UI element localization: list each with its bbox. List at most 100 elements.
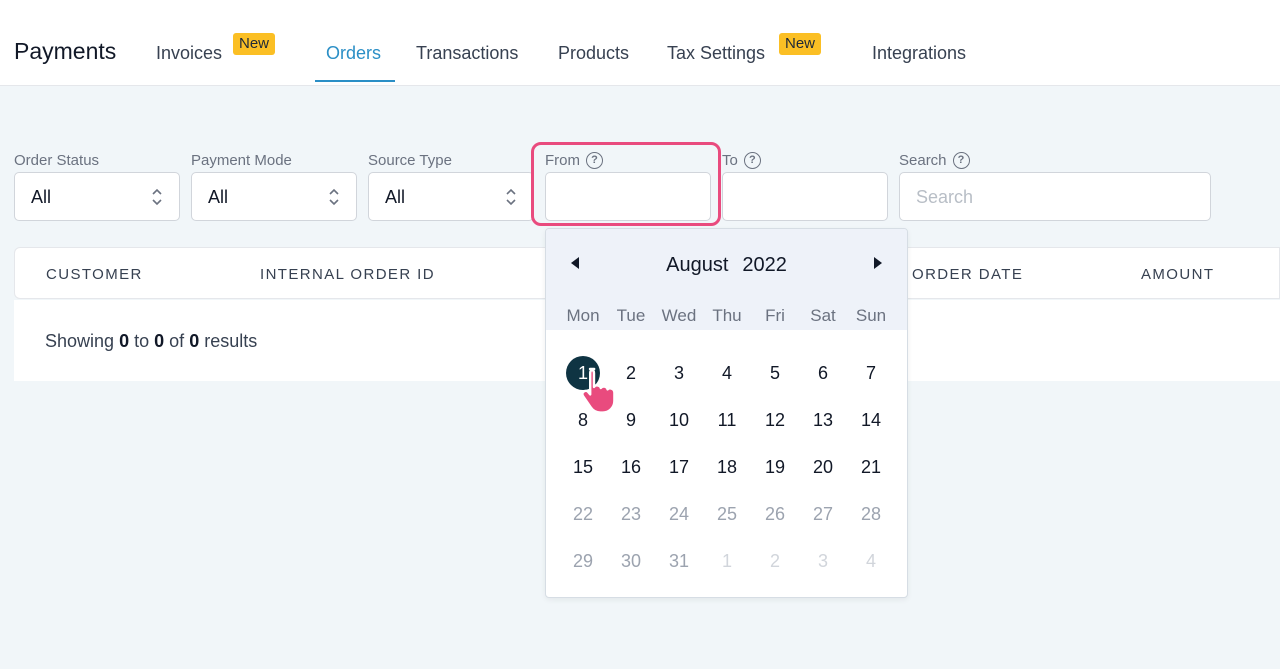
column-amount[interactable]: AMOUNT [1141,266,1214,283]
calendar-day-number: 1 [577,363,588,383]
calendar-day[interactable]: 3 [655,356,703,390]
weekday-label: Sun [855,306,887,325]
calendar-day-number: 31 [668,551,690,571]
calendar-day[interactable]: 4 [703,356,751,390]
calendar-day[interactable]: 27 [799,497,847,531]
source-type-value: All [385,187,406,207]
question-circle-icon[interactable]: ? [743,152,761,169]
calendar-day[interactable]: 11 [703,403,751,437]
calendar-day[interactable]: 10 [655,403,703,437]
calendar-day-number: 23 [620,504,642,524]
calendar-day-number: 22 [572,504,594,524]
calendar-month[interactable]: August [666,254,728,276]
chevron-updown-icon [152,188,162,206]
calendar-month-year: August 2022 [546,254,907,277]
chevron-updown-icon [329,188,339,206]
calendar-day-number: 13 [812,410,834,430]
calendar-day-number: 3 [817,551,828,571]
weekday-label: Sat [810,306,836,325]
weekday-label: Wed [661,306,697,325]
calendar-header: August 2022 Mon Tue Wed Thu Fri Sat Sun [546,229,907,330]
order-status-value: All [31,187,52,207]
calendar-day-number: 4 [721,363,732,383]
calendar-day[interactable]: 24 [655,497,703,531]
search-input[interactable]: Search [899,172,1211,221]
calendar-day[interactable]: 29 [559,544,607,578]
calendar-year[interactable]: 2022 [742,254,787,276]
calendar-day-number: 21 [860,457,882,477]
calendar-day-number: 24 [668,504,690,524]
weekday-label: Fri [765,306,785,325]
calendar-day-number: 5 [769,363,780,383]
calendar-day-number: 25 [716,504,738,524]
tax-settings-new-badge: New [779,33,822,55]
calendar-day[interactable]: 22 [559,497,607,531]
payment-mode-select[interactable]: All [191,172,357,221]
order-status-select[interactable]: All [14,172,180,221]
caret-right-icon[interactable] [874,257,882,269]
weekday-label: Thu [712,306,742,325]
calendar-day-number: 26 [764,504,786,524]
payment-mode-value: All [208,187,229,207]
calendar-day[interactable]: 23 [607,497,655,531]
chevron-updown-icon [506,188,516,206]
calendar-day[interactable]: 18 [703,450,751,484]
calendar-day-number: 10 [668,410,690,430]
calendar-day-number: 9 [625,410,636,430]
weekday-label: Tue [616,306,646,325]
calendar-day-number: 6 [817,363,828,383]
calendar-day: 3 [799,544,847,578]
tab-invoices[interactable]: Invoices [156,43,222,64]
calendar-day[interactable]: 13 [799,403,847,437]
calendar-day: 4 [847,544,895,578]
tab-products[interactable]: Products [558,43,629,64]
calendar-day-number: 17 [668,457,690,477]
calendar-day[interactable]: 5 [751,356,799,390]
invoices-new-badge: New [233,33,276,55]
calendar-day[interactable]: 19 [751,450,799,484]
tab-orders[interactable]: Orders [326,43,381,64]
column-order-date[interactable]: ORDER DATE [912,266,1023,283]
search-placeholder: Search [916,187,974,207]
calendar-day[interactable]: 21 [847,450,895,484]
question-circle-icon[interactable]: ? [952,152,970,169]
calendar-day-number: 12 [764,410,786,430]
search-label: Search ? [899,152,970,169]
calendar-day-number: 18 [716,457,738,477]
calendar-day-number: 4 [865,551,876,571]
calendar-day-number: 19 [764,457,786,477]
calendar-day[interactable]: 28 [847,497,895,531]
calendar-day-number: 2 [769,551,780,571]
calendar-day-number: 3 [673,363,684,383]
active-tab-indicator [315,80,395,82]
calendar-day[interactable]: 17 [655,450,703,484]
column-internal-order-id[interactable]: INTERNAL ORDER ID [260,266,435,283]
calendar-day[interactable]: 14 [847,403,895,437]
calendar-day[interactable]: 6 [799,356,847,390]
calendar-day[interactable]: 7 [847,356,895,390]
results-summary: Showing 0 to 0 of 0 results [45,331,258,351]
tab-transactions[interactable]: Transactions [416,43,518,64]
calendar-day-number: 15 [572,457,594,477]
to-date-input[interactable] [722,172,888,221]
to-label: To ? [722,152,761,169]
tab-integrations[interactable]: Integrations [872,43,966,64]
calendar-day[interactable]: 20 [799,450,847,484]
calendar-day: 2 [751,544,799,578]
column-customer[interactable]: CUSTOMER [46,266,143,283]
calendar-day-number: 30 [620,551,642,571]
calendar-day[interactable]: 30 [607,544,655,578]
calendar-day[interactable]: 16 [607,450,655,484]
source-type-select[interactable]: All [368,172,534,221]
top-navigation-bar: Payments Invoices New Orders Transaction… [0,0,1280,86]
calendar-day[interactable]: 15 [559,450,607,484]
calendar-day[interactable]: 25 [703,497,751,531]
weekday-label: Mon [566,306,600,325]
calendar-day[interactable]: 31 [655,544,703,578]
calendar-day-number: 7 [865,363,876,383]
calendar-day-number: 2 [625,363,636,383]
tab-tax-settings[interactable]: Tax Settings [667,43,765,64]
calendar-day[interactable]: 12 [751,403,799,437]
calendar-day-number: 28 [860,504,882,524]
calendar-day[interactable]: 26 [751,497,799,531]
